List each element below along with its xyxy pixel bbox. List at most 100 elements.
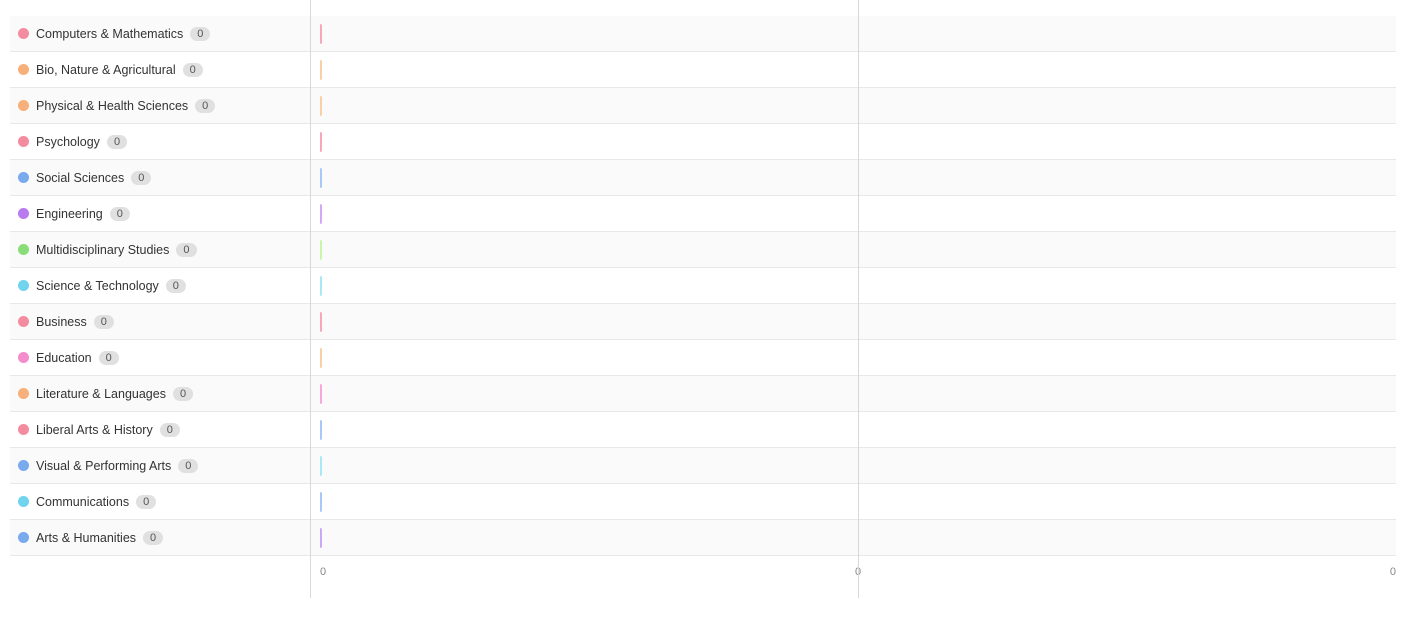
- bar-row: Visual & Performing Arts0: [10, 448, 1396, 484]
- dot-icon: [18, 316, 29, 327]
- bar-fill: [320, 168, 322, 188]
- label-pill: Bio, Nature & Agricultural0: [10, 60, 209, 80]
- bar-row: Education0: [10, 340, 1396, 376]
- dot-icon: [18, 28, 29, 39]
- value-badge: 0: [173, 387, 193, 401]
- label-pill: Communications 0: [10, 492, 162, 512]
- bar-fill: [320, 60, 322, 80]
- bar-fill: [320, 456, 322, 476]
- bar-fill: [320, 24, 322, 44]
- bar-row: Computers & Mathematics 0: [10, 16, 1396, 52]
- dot-icon: [18, 208, 29, 219]
- bar-track: [320, 232, 1396, 267]
- dot-icon: [18, 280, 29, 291]
- label-area: Business0: [10, 304, 320, 339]
- bar-fill: [320, 132, 322, 152]
- value-badge: 0: [195, 99, 215, 113]
- label-area: Education0: [10, 340, 320, 375]
- bar-label: Communications: [36, 495, 129, 509]
- label-pill: Multidisciplinary Studies 0: [10, 240, 203, 260]
- label-pill: Arts & Humanities 0: [10, 528, 169, 548]
- bar-track: [320, 376, 1396, 411]
- chart-area: Computers & Mathematics 0 Bio, Nature & Ag…: [10, 16, 1396, 556]
- value-badge: 0: [166, 279, 186, 293]
- dot-icon: [18, 424, 29, 435]
- dot-icon: [18, 64, 29, 75]
- label-area: Social Sciences 0: [10, 160, 320, 195]
- bar-fill: [320, 384, 322, 404]
- bar-label: Visual & Performing Arts: [36, 459, 171, 473]
- bar-track: [320, 16, 1396, 51]
- bar-label: Bio, Nature & Agricultural: [36, 63, 176, 77]
- label-area: Computers & Mathematics 0: [10, 16, 320, 51]
- dot-icon: [18, 100, 29, 111]
- bar-track: [320, 412, 1396, 447]
- bar-track: [320, 484, 1396, 519]
- bar-fill: [320, 204, 322, 224]
- value-badge: 0: [99, 351, 119, 365]
- bar-track: [320, 268, 1396, 303]
- label-area: Communications 0: [10, 484, 320, 519]
- value-badge: 0: [107, 135, 127, 149]
- bar-row: Social Sciences 0: [10, 160, 1396, 196]
- label-pill: Psychology0: [10, 132, 133, 152]
- bar-track: [320, 448, 1396, 483]
- bar-label: Computers & Mathematics: [36, 27, 183, 41]
- label-area: Visual & Performing Arts0: [10, 448, 320, 483]
- bar-fill: [320, 276, 322, 296]
- value-badge: 0: [94, 315, 114, 329]
- chart-container: Computers & Mathematics 0 Bio, Nature & Ag…: [0, 0, 1406, 626]
- bar-track: [320, 304, 1396, 339]
- bar-row: Communications 0: [10, 484, 1396, 520]
- label-area: Literature & Languages0: [10, 376, 320, 411]
- label-pill: Visual & Performing Arts0: [10, 456, 204, 476]
- bar-track: [320, 88, 1396, 123]
- bar-track: [320, 124, 1396, 159]
- dot-icon: [18, 136, 29, 147]
- bar-row: Physical & Health Sciences 0: [10, 88, 1396, 124]
- bar-track: [320, 196, 1396, 231]
- bar-label: Liberal Arts & History: [36, 423, 153, 437]
- bar-fill: [320, 96, 322, 116]
- value-badge: 0: [143, 531, 163, 545]
- value-badge: 0: [136, 495, 156, 509]
- label-area: Psychology0: [10, 124, 320, 159]
- bar-label: Science & Technology: [36, 279, 159, 293]
- dot-icon: [18, 496, 29, 507]
- bar-track: [320, 52, 1396, 87]
- x-axis-label: 0: [679, 566, 1038, 578]
- label-area: Bio, Nature & Agricultural0: [10, 52, 320, 87]
- value-badge: 0: [110, 207, 130, 221]
- x-axis-labels: 000: [320, 566, 1396, 578]
- bar-track: [320, 160, 1396, 195]
- bar-label: Social Sciences: [36, 171, 124, 185]
- value-badge: 0: [131, 171, 151, 185]
- bar-fill: [320, 528, 322, 548]
- bar-track: [320, 520, 1396, 555]
- dot-icon: [18, 172, 29, 183]
- bar-label: Multidisciplinary Studies: [36, 243, 169, 257]
- label-pill: Education0: [10, 348, 125, 368]
- dot-icon: [18, 388, 29, 399]
- value-badge: 0: [160, 423, 180, 437]
- bar-row: Literature & Languages0: [10, 376, 1396, 412]
- value-badge: 0: [190, 27, 210, 41]
- label-pill: Physical & Health Sciences 0: [10, 96, 221, 116]
- dot-icon: [18, 352, 29, 363]
- label-area: Science & Technology 0: [10, 268, 320, 303]
- label-pill: Literature & Languages0: [10, 384, 199, 404]
- bar-row: Business0: [10, 304, 1396, 340]
- bar-fill: [320, 348, 322, 368]
- bar-fill: [320, 420, 322, 440]
- label-area: Liberal Arts & History 0: [10, 412, 320, 447]
- x-axis-label: 0: [1037, 566, 1396, 578]
- bar-row: Liberal Arts & History 0: [10, 412, 1396, 448]
- bar-label: Arts & Humanities: [36, 531, 136, 545]
- bar-label: Engineering: [36, 207, 103, 221]
- value-badge: 0: [176, 243, 196, 257]
- bar-fill: [320, 492, 322, 512]
- bar-row: Multidisciplinary Studies 0: [10, 232, 1396, 268]
- x-axis-label: 0: [320, 566, 679, 578]
- bar-label: Physical & Health Sciences: [36, 99, 188, 113]
- label-pill: Science & Technology 0: [10, 276, 192, 296]
